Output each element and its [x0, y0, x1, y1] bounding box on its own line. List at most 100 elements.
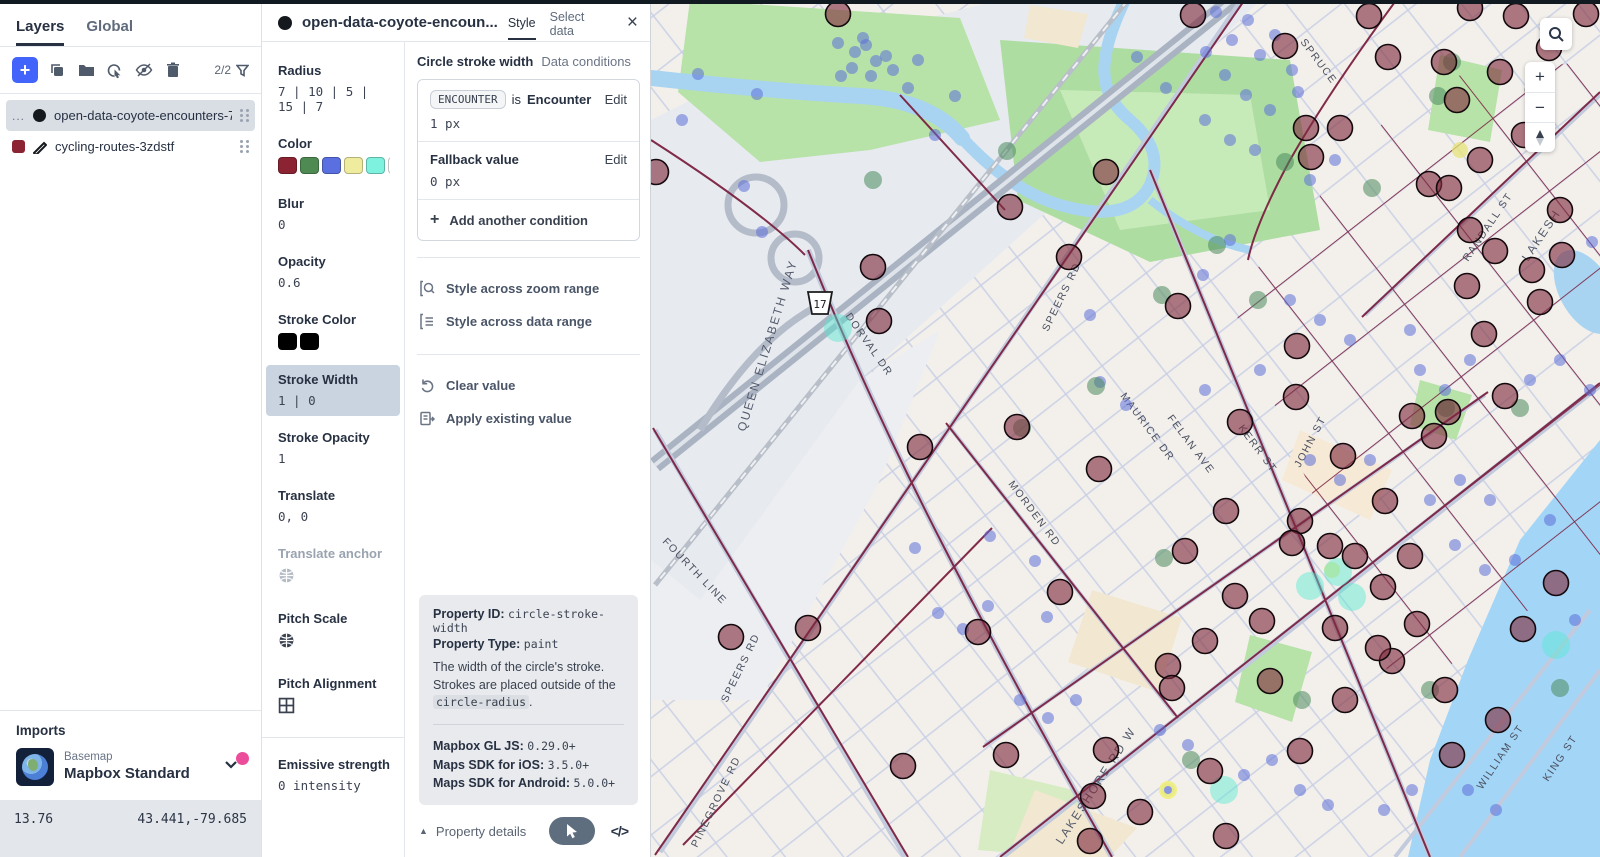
expand-basemap-button[interactable]	[223, 756, 245, 778]
layer-row-cycling-routes[interactable]: cycling-routes-3zdstf	[6, 131, 255, 162]
map-data-point[interactable]	[1400, 404, 1425, 429]
map-data-point[interactable]	[909, 542, 921, 554]
map-data-point[interactable]	[880, 50, 892, 62]
map-data-point[interactable]	[1155, 549, 1173, 567]
map-data-point[interactable]	[1437, 176, 1462, 201]
map-data-point[interactable]	[984, 530, 996, 542]
map-data-point[interactable]	[902, 82, 914, 94]
map-data-point[interactable]	[1197, 269, 1209, 281]
map-data-point[interactable]	[1323, 616, 1348, 641]
property-emissive-strength[interactable]: Emissive strength 0 intensity	[262, 750, 404, 801]
map-data-point[interactable]	[1078, 829, 1103, 854]
map-data-point[interactable]	[1166, 294, 1191, 319]
map-data-point[interactable]	[1520, 258, 1545, 283]
map-data-point[interactable]	[1524, 374, 1536, 386]
map-data-point[interactable]	[826, 4, 851, 27]
map-data-point[interactable]	[849, 46, 861, 58]
delete-layer-icon[interactable]	[163, 60, 183, 80]
map-data-point[interactable]	[1249, 144, 1261, 156]
map-data-point[interactable]	[1328, 116, 1353, 141]
map-data-point[interactable]	[1208, 236, 1226, 254]
compass-button[interactable]	[1525, 122, 1555, 152]
map-data-point[interactable]	[1094, 738, 1119, 763]
map-data-point[interactable]	[738, 180, 750, 192]
map-data-point[interactable]	[867, 309, 892, 334]
map-data-point[interactable]	[1554, 354, 1566, 366]
map-data-point[interactable]	[1294, 784, 1306, 796]
map-data-point[interactable]	[1198, 759, 1223, 784]
map-data-point[interactable]	[1483, 239, 1508, 264]
clear-value-button[interactable]: Clear value	[417, 369, 640, 402]
map-data-point[interactable]	[1329, 154, 1341, 166]
map-data-point[interactable]	[1284, 294, 1296, 306]
tab-style[interactable]: Style	[508, 6, 536, 40]
map-data-point[interactable]	[1322, 799, 1334, 811]
map-data-point[interactable]	[1344, 334, 1356, 346]
property-radius[interactable]: Radius 7 | 10 | 5 | 15 | 7	[262, 56, 404, 122]
property-stroke-color[interactable]: Stroke Color	[262, 305, 404, 358]
map-data-point[interactable]	[1479, 564, 1491, 576]
property-pitch-scale[interactable]: Pitch Scale	[262, 604, 404, 662]
map-data-point[interactable]	[1458, 218, 1483, 243]
map-data-point[interactable]	[1242, 14, 1254, 26]
map-data-point[interactable]	[1214, 499, 1239, 524]
map-data-point[interactable]	[1228, 410, 1253, 435]
map-data-point[interactable]	[1455, 274, 1480, 299]
map-data-point[interactable]	[1223, 584, 1248, 609]
map-data-point[interactable]	[692, 68, 704, 80]
map-data-point[interactable]	[982, 600, 994, 612]
style-across-data-range-button[interactable]: Style across data range	[417, 305, 640, 338]
map-data-point[interactable]	[651, 160, 669, 185]
group-folder-icon[interactable]	[76, 60, 96, 80]
map-data-point[interactable]	[1405, 612, 1430, 637]
map-data-point[interactable]	[1433, 678, 1458, 703]
map-data-point[interactable]	[1299, 145, 1324, 170]
map-data-point[interactable]	[1238, 769, 1250, 781]
map-data-point[interactable]	[1486, 708, 1511, 733]
map-data-point[interactable]	[865, 70, 877, 82]
map-data-point[interactable]	[994, 743, 1019, 768]
map-data-point[interactable]	[1528, 290, 1553, 315]
map-data-point[interactable]	[861, 255, 886, 280]
map-data-point[interactable]	[1292, 86, 1304, 98]
edit-condition-button[interactable]: Edit	[605, 92, 627, 107]
map-data-point[interactable]	[1574, 4, 1599, 27]
map-data-point[interactable]	[1284, 385, 1309, 410]
property-stroke-opacity[interactable]: Stroke Opacity 1	[262, 423, 404, 474]
map-data-point[interactable]	[1128, 800, 1153, 825]
map-data-point[interactable]	[719, 625, 744, 650]
map-data-point[interactable]	[1280, 531, 1305, 556]
map-data-point[interactable]	[864, 171, 882, 189]
map-data-point[interactable]	[912, 54, 924, 66]
map-data-point[interactable]	[1070, 694, 1082, 706]
add-layer-button[interactable]: +	[12, 57, 38, 83]
map-data-point[interactable]	[1490, 804, 1502, 816]
map-data-point[interactable]	[908, 435, 933, 460]
map-data-point[interactable]	[846, 62, 858, 74]
map-data-point[interactable]	[835, 70, 847, 82]
drag-handle-icon[interactable]	[240, 109, 249, 122]
field-chip[interactable]: ENCOUNTER	[430, 90, 506, 109]
map-data-point[interactable]	[1439, 384, 1451, 396]
map-data-point[interactable]	[1584, 384, 1596, 396]
tab-global[interactable]: Global	[86, 18, 133, 46]
map-data-point[interactable]	[1264, 104, 1276, 116]
map-data-point[interactable]	[857, 32, 869, 44]
basemap-import-row[interactable]: Basemap Mapbox Standard	[16, 748, 245, 786]
condition-value[interactable]: 1 px	[430, 116, 627, 131]
map-data-point[interactable]	[1293, 691, 1311, 709]
map-data-point[interactable]	[1224, 134, 1236, 146]
map-data-point[interactable]	[1285, 334, 1310, 359]
map-data-point[interactable]	[1422, 424, 1447, 449]
map-data-point[interactable]	[1331, 444, 1356, 469]
map-data-point[interactable]	[891, 754, 916, 779]
map-data-point[interactable]	[1338, 583, 1366, 611]
map-data-point[interactable]	[949, 90, 961, 102]
map-data-point[interactable]	[1182, 739, 1194, 751]
map-data-point[interactable]	[1504, 4, 1529, 29]
map-data-point[interactable]	[1440, 743, 1465, 768]
map-data-point[interactable]	[1288, 739, 1313, 764]
map-data-point[interactable]	[1371, 575, 1396, 600]
map-data-point[interactable]	[1548, 198, 1573, 223]
map-data-point[interactable]	[1414, 364, 1426, 376]
